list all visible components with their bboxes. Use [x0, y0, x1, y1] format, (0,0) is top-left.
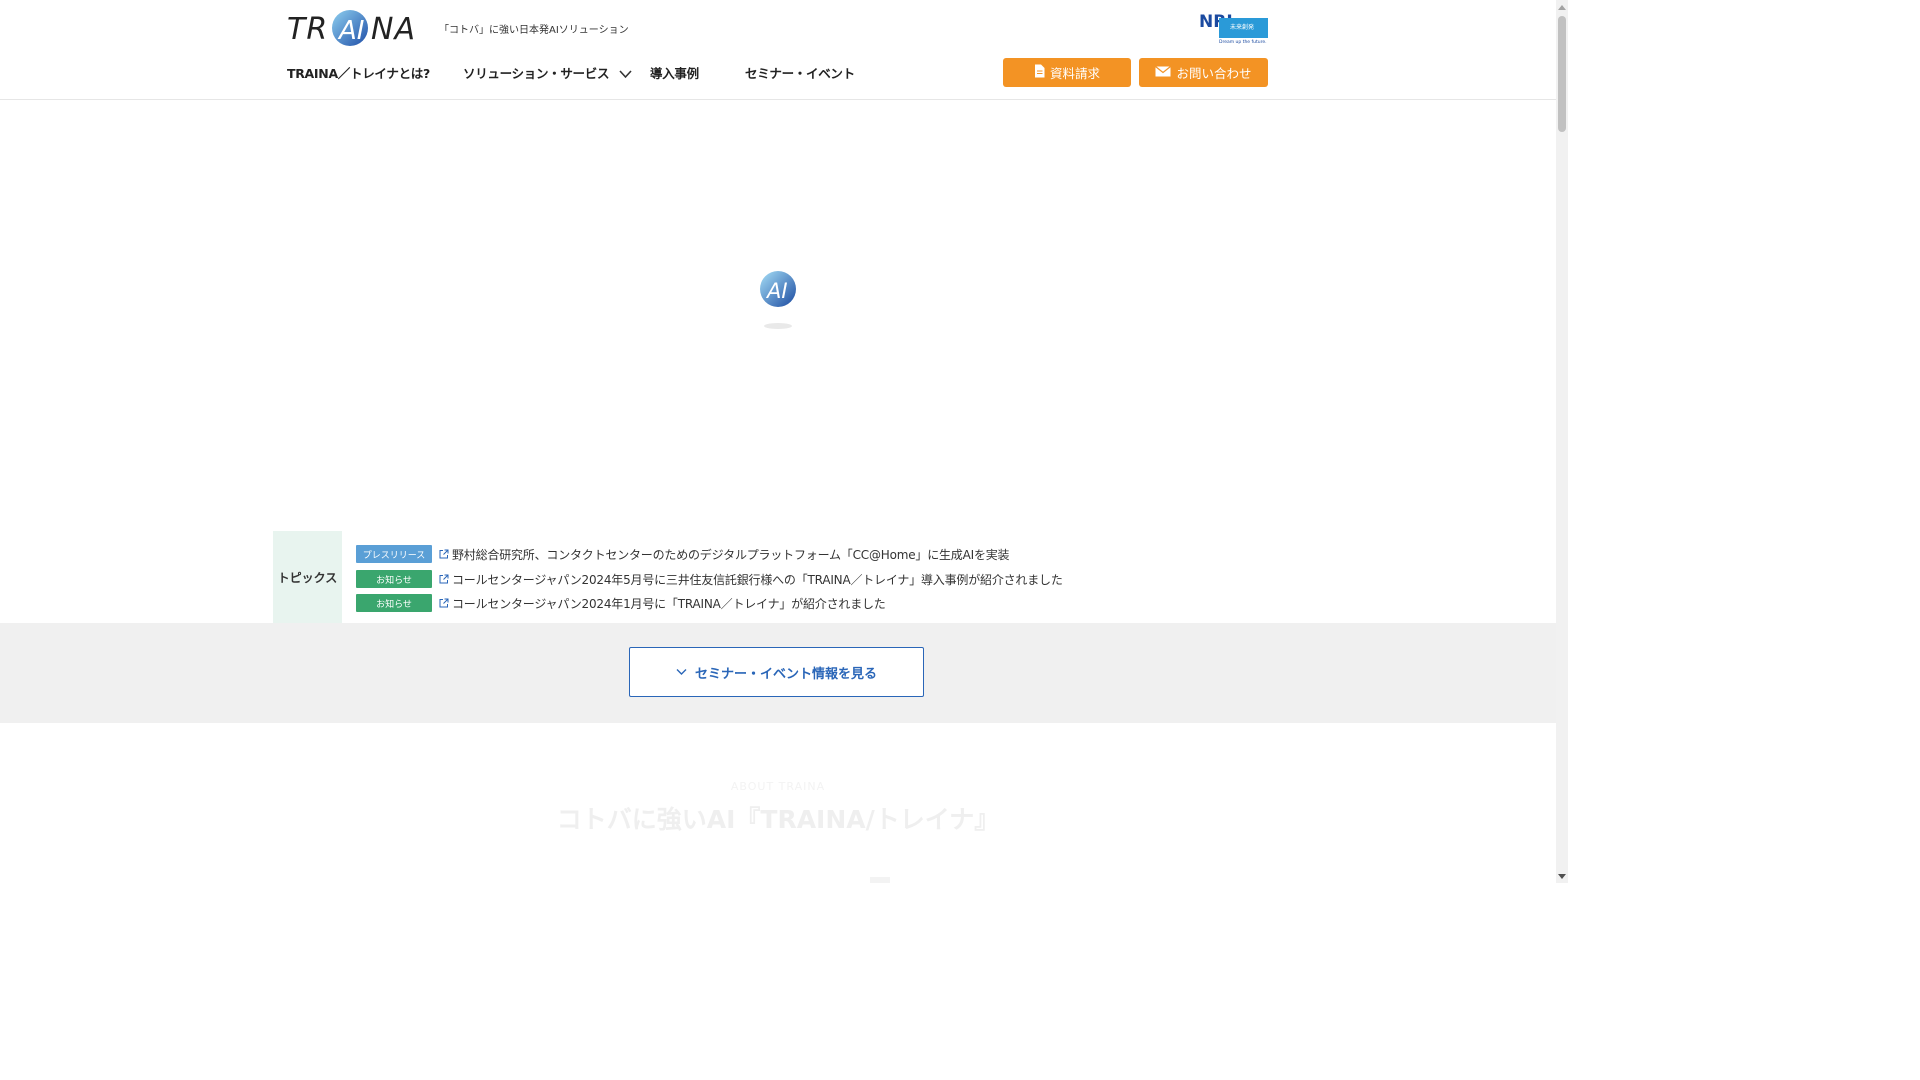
document-icon: [1034, 64, 1045, 81]
topic-item[interactable]: お知らせ コールセンタージャパン2024年1月号に「TRAINA／トレイナ」が紹…: [356, 593, 886, 613]
section-subtitle: ABOUT TRAINA: [730, 780, 826, 793]
view-seminar-info-label: セミナー・イベント情報を見る: [694, 666, 877, 682]
nav-item-solutions[interactable]: ソリューション・サービス: [463, 63, 632, 82]
svg-text:AI: AI: [765, 279, 788, 303]
svg-text:AI: AI: [337, 16, 364, 46]
scroll-down-arrow-icon[interactable]: [1556, 869, 1568, 883]
seminar-band: セミナー・イベント情報を見る: [0, 623, 1556, 723]
site-tagline: 「コトバ」に強い日本発AIソリューション: [439, 25, 629, 36]
svg-text:未来創発: 未来創発: [1230, 23, 1254, 31]
mail-icon: [1155, 65, 1172, 80]
chevron-down-icon: [619, 67, 632, 82]
nav-item-label: ソリューション・サービス: [463, 66, 610, 81]
scrollbar-thumb[interactable]: [1558, 16, 1566, 132]
topic-badge: お知らせ: [356, 570, 432, 588]
contact-label: お問い合わせ: [1176, 66, 1252, 81]
view-seminar-info-button[interactable]: セミナー・イベント情報を見る: [629, 647, 924, 697]
nav-item-cases[interactable]: 導入事例: [650, 63, 699, 82]
contact-button[interactable]: お問い合わせ: [1139, 58, 1268, 87]
topic-text: 野村総合研究所、コンタクトセンターのためのデジタルプラットフォーム「CC@Hom…: [452, 547, 1010, 562]
topic-text: コールセンタージャパン2024年5月号に三井住友信託銀行様への「TRAINA／ト…: [452, 572, 1063, 587]
nav-item-label: TRAINA／トレイナとは?: [287, 66, 430, 81]
topics-section: トピックス プレスリリース 野村総合研究所、コンタクトセンターのためのデジタルプ…: [273, 531, 1556, 623]
nav-item-about[interactable]: TRAINA／トレイナとは?: [287, 63, 430, 82]
page: TR AI NA 「コトバ」に強い日本発AIソリューション NRI 未来創発 D…: [0, 0, 1556, 883]
external-link-icon: [439, 574, 449, 584]
vertical-scrollbar[interactable]: [1556, 0, 1568, 883]
site-header: TR AI NA 「コトバ」に強い日本発AIソリューション NRI 未来創発 D…: [0, 0, 1556, 100]
nri-logo[interactable]: NRI 未来創発 Dream up the future.: [1199, 10, 1269, 45]
topic-badge: プレスリリース: [356, 545, 432, 563]
svg-text:TR: TR: [287, 12, 328, 47]
external-link-icon: [439, 598, 449, 608]
svg-text:Dream up the future.: Dream up the future.: [1219, 39, 1267, 44]
section-title: コトバに強いAI『TRAINA/トレイナ』: [556, 805, 1000, 834]
fading-element: [870, 877, 890, 883]
scroll-up-arrow-icon[interactable]: [1556, 0, 1568, 14]
request-materials-button[interactable]: 資料請求: [1003, 58, 1131, 87]
topic-text: コールセンタージャパン2024年1月号に「TRAINA／トレイナ」が紹介されまし…: [452, 596, 886, 611]
chevron-down-icon: [676, 665, 687, 680]
traina-logo[interactable]: TR AI NA: [287, 8, 419, 50]
topic-item[interactable]: お知らせ コールセンタージャパン2024年5月号に三井住友信託銀行様への「TRA…: [356, 569, 1063, 589]
topics-label: トピックス: [273, 531, 342, 623]
nav-item-label: セミナー・イベント: [745, 66, 855, 81]
nav-item-seminars[interactable]: セミナー・イベント: [745, 63, 855, 82]
nav-item-label: 導入事例: [650, 66, 699, 81]
topic-badge: お知らせ: [356, 594, 432, 612]
svg-text:NA: NA: [371, 12, 416, 47]
topic-item[interactable]: プレスリリース 野村総合研究所、コンタクトセンターのためのデジタルプラットフォー…: [356, 544, 1010, 564]
external-link-icon: [439, 549, 449, 559]
request-materials-label: 資料請求: [1049, 66, 1100, 81]
ai-loading-icon: AI: [759, 270, 797, 330]
